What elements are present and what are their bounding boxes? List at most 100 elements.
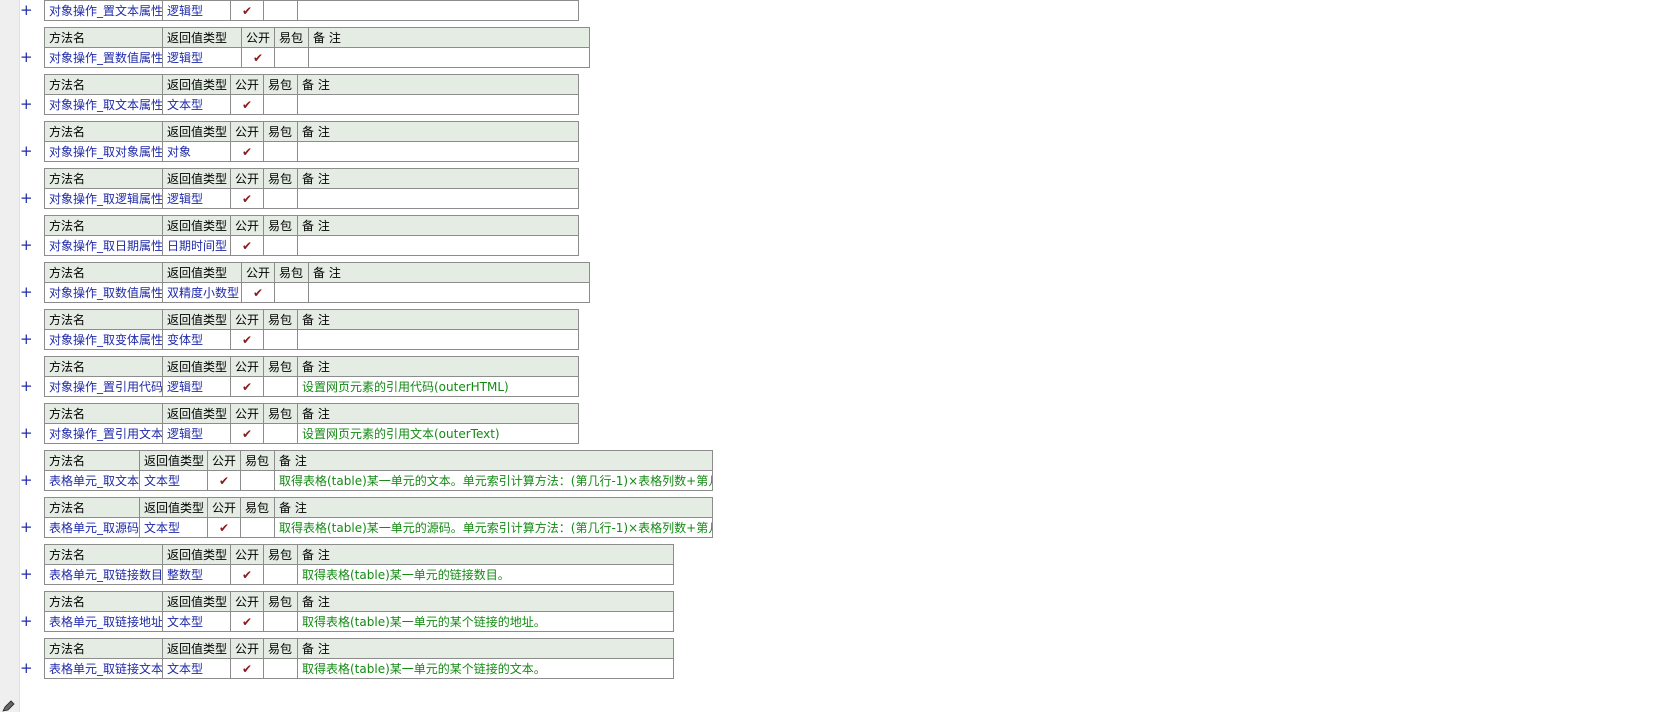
expand-button[interactable]: + <box>20 423 33 443</box>
expand-button[interactable]: + <box>20 235 33 255</box>
easy-package-cell[interactable] <box>263 0 298 21</box>
method-name[interactable]: 表格单元_取文本 <box>44 470 140 491</box>
method-row[interactable]: 对象操作_置引用文本 逻辑型 ✔ 设置网页元素的引用文本(outerText) <box>44 423 579 444</box>
public-check-icon[interactable]: ✔ <box>230 188 264 209</box>
easy-package-cell[interactable] <box>263 376 298 397</box>
public-check-icon[interactable]: ✔ <box>207 470 241 491</box>
easy-package-cell[interactable] <box>263 611 298 632</box>
method-row[interactable]: 表格单元_取文本 文本型 ✔ 取得表格(table)某一单元的文本。单元索引计算… <box>44 470 713 491</box>
method-note[interactable]: 取得表格(table)某一单元的文本。单元索引计算方法：(第几行-1)×表格列数… <box>274 470 713 491</box>
return-type[interactable]: 文本型 <box>139 517 208 538</box>
method-row[interactable]: 对象操作_取文本属性 文本型 ✔ <box>44 94 579 115</box>
expand-button[interactable]: + <box>20 282 33 302</box>
public-check-icon[interactable]: ✔ <box>230 141 264 162</box>
method-row[interactable]: 对象操作_取数值属性 双精度小数型 ✔ <box>44 282 590 303</box>
method-name[interactable]: 表格单元_取源码 <box>44 517 140 538</box>
public-check-icon[interactable]: ✔ <box>230 0 264 21</box>
method-row[interactable]: 对象操作_取逻辑属性 逻辑型 ✔ <box>44 188 579 209</box>
return-type[interactable]: 文本型 <box>162 611 231 632</box>
method-name[interactable]: 对象操作_置数值属性 <box>44 47 163 68</box>
expand-button[interactable]: + <box>20 658 33 678</box>
public-check-icon[interactable]: ✔ <box>241 47 275 68</box>
public-check-icon[interactable]: ✔ <box>230 376 264 397</box>
method-row[interactable]: 对象操作_取日期属性 日期时间型 ✔ <box>44 235 579 256</box>
easy-package-cell[interactable] <box>274 282 309 303</box>
expand-button[interactable]: + <box>20 47 33 67</box>
expand-button[interactable]: + <box>20 611 33 631</box>
public-check-icon[interactable]: ✔ <box>230 329 264 350</box>
public-check-icon[interactable]: ✔ <box>230 235 264 256</box>
method-row[interactable]: 表格单元_取源码 文本型 ✔ 取得表格(table)某一单元的源码。单元索引计算… <box>44 517 713 538</box>
method-row[interactable]: 表格单元_取链接数目 整数型 ✔ 取得表格(table)某一单元的链接数目。 <box>44 564 674 585</box>
easy-package-cell[interactable] <box>263 564 298 585</box>
return-type[interactable]: 逻辑型 <box>162 188 231 209</box>
easy-package-cell[interactable] <box>240 517 275 538</box>
expand-button[interactable]: + <box>20 188 33 208</box>
easy-package-cell[interactable] <box>263 235 298 256</box>
method-name[interactable]: 对象操作_置文本属性 <box>44 0 163 21</box>
return-type[interactable]: 逻辑型 <box>162 423 231 444</box>
expand-button[interactable]: + <box>20 564 33 584</box>
method-row[interactable]: 表格单元_取链接文本 文本型 ✔ 取得表格(table)某一单元的某个链接的文本… <box>44 658 674 679</box>
method-note[interactable]: 取得表格(table)某一单元的链接数目。 <box>297 564 674 585</box>
return-type[interactable]: 整数型 <box>162 564 231 585</box>
method-note[interactable]: 取得表格(table)某一单元的源码。单元索引计算方法：(第几行-1)×表格列数… <box>274 517 713 538</box>
method-row[interactable]: 对象操作_置文本属性 逻辑型 ✔ <box>44 0 579 21</box>
public-check-icon[interactable]: ✔ <box>230 658 264 679</box>
method-name[interactable]: 表格单元_取链接地址 <box>44 611 163 632</box>
return-type[interactable]: 对象 <box>162 141 231 162</box>
method-note[interactable] <box>297 329 579 350</box>
method-name[interactable]: 对象操作_取数值属性 <box>44 282 163 303</box>
public-check-icon[interactable]: ✔ <box>230 611 264 632</box>
return-type[interactable]: 双精度小数型 <box>162 282 242 303</box>
method-note[interactable] <box>308 47 590 68</box>
expand-button[interactable]: + <box>20 470 33 490</box>
return-type[interactable]: 文本型 <box>139 470 208 491</box>
method-row[interactable]: 表格单元_取链接地址 文本型 ✔ 取得表格(table)某一单元的某个链接的地址… <box>44 611 674 632</box>
method-note[interactable] <box>297 94 579 115</box>
method-note[interactable] <box>297 141 579 162</box>
return-type[interactable]: 文本型 <box>162 658 231 679</box>
method-row[interactable]: 对象操作_取对象属性 对象 ✔ <box>44 141 579 162</box>
method-note[interactable] <box>297 0 579 21</box>
method-name[interactable]: 表格单元_取链接数目 <box>44 564 163 585</box>
method-name[interactable]: 对象操作_置引用文本 <box>44 423 163 444</box>
return-type[interactable]: 逻辑型 <box>162 47 242 68</box>
method-name[interactable]: 对象操作_置引用代码 <box>44 376 163 397</box>
expand-button[interactable]: + <box>20 376 33 396</box>
expand-button[interactable]: + <box>20 0 33 20</box>
method-name[interactable]: 对象操作_取变体属性 <box>44 329 163 350</box>
return-type[interactable]: 变体型 <box>162 329 231 350</box>
method-name[interactable]: 对象操作_取日期属性 <box>44 235 163 256</box>
public-check-icon[interactable]: ✔ <box>230 94 264 115</box>
easy-package-cell[interactable] <box>263 94 298 115</box>
public-check-icon[interactable]: ✔ <box>207 517 241 538</box>
method-row[interactable]: 对象操作_取变体属性 变体型 ✔ <box>44 329 579 350</box>
easy-package-cell[interactable] <box>240 470 275 491</box>
method-note[interactable]: 取得表格(table)某一单元的某个链接的文本。 <box>297 658 674 679</box>
expand-button[interactable]: + <box>20 329 33 349</box>
method-note[interactable]: 设置网页元素的引用文本(outerText) <box>297 423 579 444</box>
method-row[interactable]: 对象操作_置数值属性 逻辑型 ✔ <box>44 47 590 68</box>
method-name[interactable]: 对象操作_取逻辑属性 <box>44 188 163 209</box>
return-type[interactable]: 逻辑型 <box>162 376 231 397</box>
expand-button[interactable]: + <box>20 517 33 537</box>
expand-button[interactable]: + <box>20 94 33 114</box>
return-type[interactable]: 文本型 <box>162 94 231 115</box>
method-row[interactable]: 对象操作_置引用代码 逻辑型 ✔ 设置网页元素的引用代码(outerHTML) <box>44 376 579 397</box>
method-note[interactable]: 设置网页元素的引用代码(outerHTML) <box>297 376 579 397</box>
method-name[interactable]: 对象操作_取对象属性 <box>44 141 163 162</box>
public-check-icon[interactable]: ✔ <box>230 423 264 444</box>
return-type[interactable]: 日期时间型 <box>162 235 231 256</box>
method-name[interactable]: 表格单元_取链接文本 <box>44 658 163 679</box>
method-note[interactable]: 取得表格(table)某一单元的某个链接的地址。 <box>297 611 674 632</box>
method-name[interactable]: 对象操作_取文本属性 <box>44 94 163 115</box>
public-check-icon[interactable]: ✔ <box>230 564 264 585</box>
easy-package-cell[interactable] <box>263 423 298 444</box>
method-note[interactable] <box>297 235 579 256</box>
easy-package-cell[interactable] <box>263 329 298 350</box>
easy-package-cell[interactable] <box>263 658 298 679</box>
easy-package-cell[interactable] <box>263 141 298 162</box>
easy-package-cell[interactable] <box>274 47 309 68</box>
method-note[interactable] <box>308 282 590 303</box>
